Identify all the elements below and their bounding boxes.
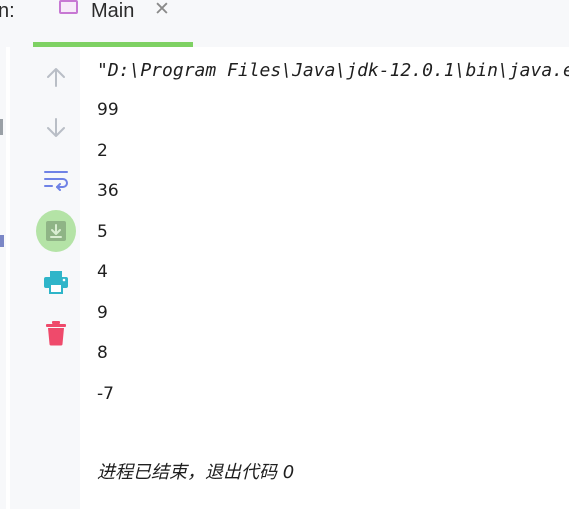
next-occurrence-button[interactable] [36,110,76,146]
command-line: "D:\Program Files\Java\jdk-12.0.1\bin\ja… [97,60,569,81]
program-output: 99 2 36 5 4 9 8 -7 [97,99,119,423]
strip-marker [0,235,4,247]
console-toolbar [10,47,80,509]
run-tab-bar: n: Main ✕ [0,0,569,47]
close-icon[interactable]: ✕ [154,0,170,20]
console-output[interactable]: "D:\Program Files\Java\jdk-12.0.1\bin\ja… [80,47,569,509]
output-line: 8 [97,343,108,363]
clear-all-button[interactable] [36,315,76,351]
tab-main-title: Main [91,0,135,22]
scroll-to-end-icon [46,221,66,241]
process-exit-message: 进程已结束，退出代码 0 [97,462,295,483]
previous-occurrence-button[interactable] [36,59,76,95]
up-arrow-icon [47,68,65,87]
left-tool-window-strip [0,47,6,509]
print-button[interactable] [36,264,76,300]
output-line: 4 [97,262,108,282]
output-line: 99 [97,100,119,120]
print-icon [44,271,68,294]
output-line: 9 [97,302,108,323]
output-line: 36 [97,181,119,201]
output-line: 2 [97,140,108,161]
output-line: 5 [97,221,108,242]
down-arrow-icon [47,118,65,137]
soft-wrap-button[interactable] [36,161,76,197]
application-window-icon [59,0,78,14]
tab-main[interactable]: Main ✕ [33,0,193,47]
soft-wrap-icon [44,171,68,191]
scroll-to-end-highlight [36,210,76,252]
strip-marker [0,119,3,135]
output-line: -7 [97,383,114,404]
trash-icon [46,321,66,346]
run-panel-label: n: [0,0,15,22]
scroll-to-end-button[interactable] [36,210,76,252]
